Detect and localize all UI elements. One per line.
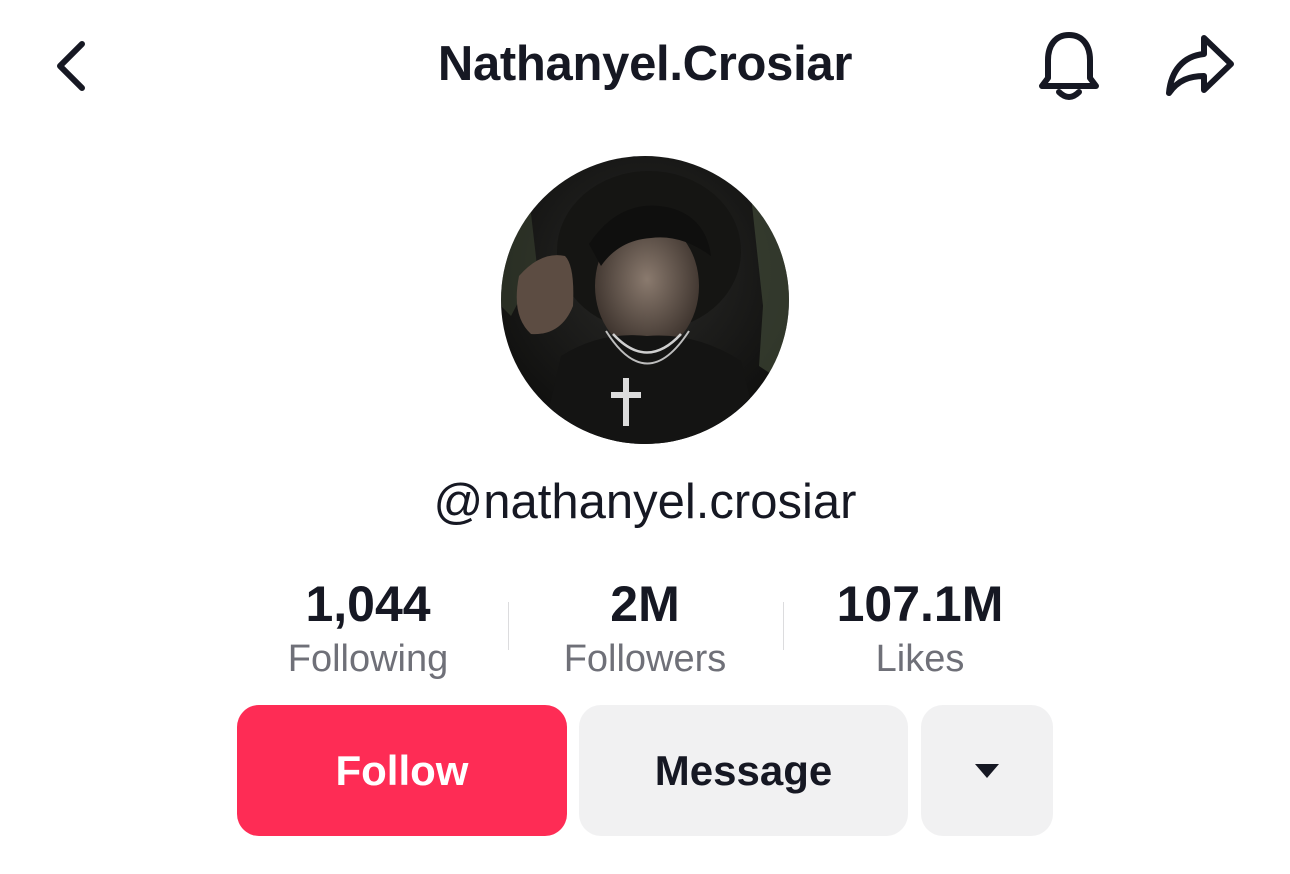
following-count: 1,044 xyxy=(305,576,431,632)
stat-divider xyxy=(508,602,509,650)
stat-followers[interactable]: 2M Followers xyxy=(534,572,756,684)
profile-handle: @nathanyel.crosiar xyxy=(433,475,857,529)
more-options-button[interactable] xyxy=(921,705,1053,836)
top-bar: Nathanyel.Crosiar xyxy=(0,0,1290,130)
following-label: Following xyxy=(287,638,449,680)
notification-bell-button[interactable] xyxy=(1030,26,1108,106)
likes-label: Likes xyxy=(875,638,965,680)
stat-divider xyxy=(783,602,784,650)
follow-button[interactable]: Follow xyxy=(237,705,567,836)
followers-count: 2M xyxy=(610,576,680,632)
share-arrow-icon xyxy=(1166,35,1234,96)
stat-following[interactable]: 1,044 Following xyxy=(258,572,478,684)
likes-count: 107.1M xyxy=(836,576,1004,632)
share-button[interactable] xyxy=(1158,26,1242,106)
message-button[interactable]: Message xyxy=(579,705,908,836)
stat-likes[interactable]: 107.1M Likes xyxy=(810,572,1030,684)
caret-down-icon xyxy=(975,763,999,778)
avatar[interactable] xyxy=(501,156,789,444)
followers-label: Followers xyxy=(563,638,727,680)
profile-photo xyxy=(501,156,789,444)
bell-icon xyxy=(1039,32,1099,100)
